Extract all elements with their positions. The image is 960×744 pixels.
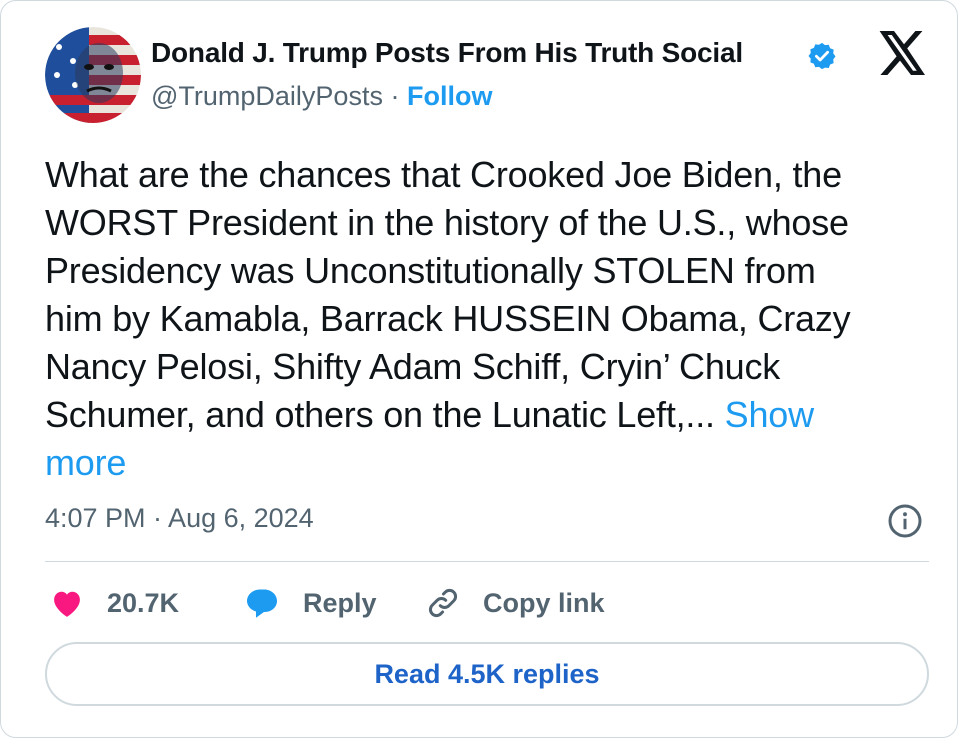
heart-icon [54,591,80,617]
post-timestamp[interactable]: 4:07 PM · Aug 6, 2024 [45,503,314,534]
copy-link-label: Copy link [483,587,605,618]
reply-label: Reply [303,587,377,618]
like-button[interactable]: 20.7K [49,583,179,623]
avatar-image [45,27,141,123]
link-icon [429,589,457,617]
copy-link-button[interactable]: Copy link [425,583,605,623]
avatar[interactable] [45,27,141,123]
handle-row: @TrumpDailyPosts · Follow [151,81,492,112]
post-line: Schumer, and others on the Lunatic Left,… [45,394,715,435]
post-line: him by Kamabla, Barrack HUSSEIN Obama, C… [45,298,851,339]
post-line: Presidency was Unconstitutionally STOLEN… [45,250,816,291]
author-handle[interactable]: @TrumpDailyPosts [151,81,383,111]
post-line: What are the chances that Crooked Joe Bi… [45,154,842,195]
show-more-link-continued[interactable]: more [45,442,126,483]
verified-badge-icon [808,42,836,70]
author-name[interactable]: Donald J. Trump Posts From His Truth Soc… [151,37,743,69]
reply-bubble-icon [247,589,277,618]
post-text: What are the chances that Crooked Joe Bi… [45,151,935,487]
reply-button[interactable]: Reply [243,583,377,623]
follow-button[interactable]: Follow [407,81,492,111]
x-logo-icon[interactable] [879,31,927,75]
handle-separator: · [390,81,400,111]
post-line: WORST President in the history of the U.… [45,202,849,243]
info-icon[interactable] [887,503,923,539]
read-replies-button[interactable]: Read 4.5K replies [45,642,929,706]
show-more-link[interactable]: Show [725,394,814,435]
divider [45,561,929,562]
post-line-last: Schumer, and others on the Lunatic Left,… [45,391,935,439]
tweet-card: Donald J. Trump Posts From His Truth Soc… [0,0,958,738]
like-count: 20.7K [107,587,180,618]
post-line: Nancy Pelosi, Shifty Adam Schiff, Cryin’… [45,346,781,387]
